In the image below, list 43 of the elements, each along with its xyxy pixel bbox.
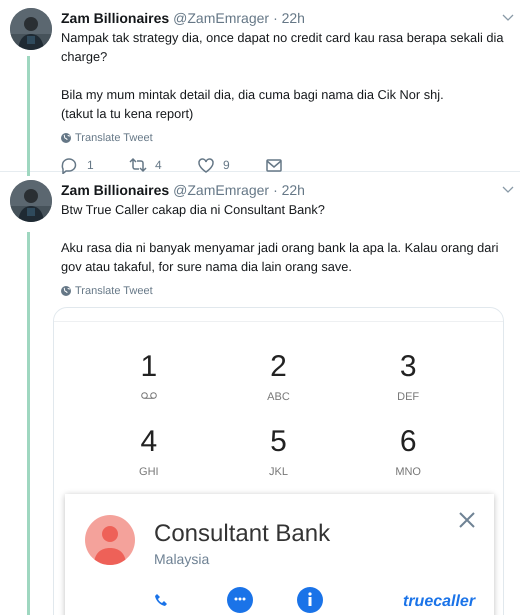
voicemail-icon — [140, 392, 157, 399]
envelope-icon[interactable] — [265, 156, 283, 174]
chevron-icon[interactable] — [502, 14, 514, 22]
tweet-text: Btw True Caller cakap dia ni Consultant Bank? — [61, 201, 326, 219]
author-name[interactable]: Zam Billionaires — [61, 8, 170, 28]
tweet-time[interactable]: · 22h — [273, 180, 305, 200]
globe-icon — [61, 286, 71, 296]
tweet-text: Aku rasa dia ni banyak menyamar jadi orang bank la apa la. Kalau orang dari gov atau takaful, for sure nama dia lain orang save. — [61, 239, 500, 276]
caller-name: Consultant Bank — [154, 519, 330, 549]
retweet-icon[interactable] — [129, 156, 147, 174]
tweet-text: Bila my mum mintak detail dia, dia cuma bagi nama dia Cik Nor shj. (takut la tu kena report) — [61, 86, 445, 123]
brand-logo: truecaller — [403, 592, 476, 612]
key-digit: 3 — [400, 350, 416, 384]
key-letters: MNO — [395, 465, 421, 480]
chevron-icon[interactable] — [502, 186, 514, 194]
close-icon[interactable] — [459, 512, 475, 528]
caller-location: Malaysia — [154, 550, 210, 569]
heart-icon[interactable] — [197, 156, 215, 174]
phone-icon[interactable] — [154, 593, 168, 607]
translate-link[interactable]: Translate Tweet — [75, 282, 153, 300]
author-name[interactable]: Zam Billionaires — [61, 180, 170, 200]
key-letters: ABC — [267, 390, 290, 405]
tweet-text: Nampak tak strategy dia, once dapat no credit card kau rasa berapa sekali dia charge? — [61, 29, 504, 66]
action-count: 4 — [155, 157, 162, 174]
author-handle[interactable]: @ZamEmrager — [173, 180, 270, 200]
action-count: 1 — [87, 157, 94, 174]
key-letters: JKL — [269, 465, 288, 480]
key-digit: 6 — [400, 425, 416, 459]
globe-icon — [61, 133, 71, 143]
key-digit: 5 — [270, 425, 287, 459]
key-digit: 1 — [140, 350, 158, 384]
key-letters: DEF — [397, 390, 420, 405]
key-letters: GHI — [139, 465, 159, 480]
person-avatar-icon — [85, 515, 135, 565]
tweet-time[interactable]: · 22h — [273, 8, 305, 28]
chat-bubble-icon[interactable] — [227, 587, 253, 613]
author-handle[interactable]: @ZamEmrager — [173, 8, 270, 28]
info-icon[interactable] — [297, 587, 323, 613]
key-digit: 4 — [140, 425, 158, 459]
key-digit: 2 — [270, 350, 287, 384]
translate-link[interactable]: Translate Tweet — [75, 130, 153, 146]
reply-icon[interactable] — [61, 156, 79, 174]
action-count: 9 — [223, 157, 230, 174]
